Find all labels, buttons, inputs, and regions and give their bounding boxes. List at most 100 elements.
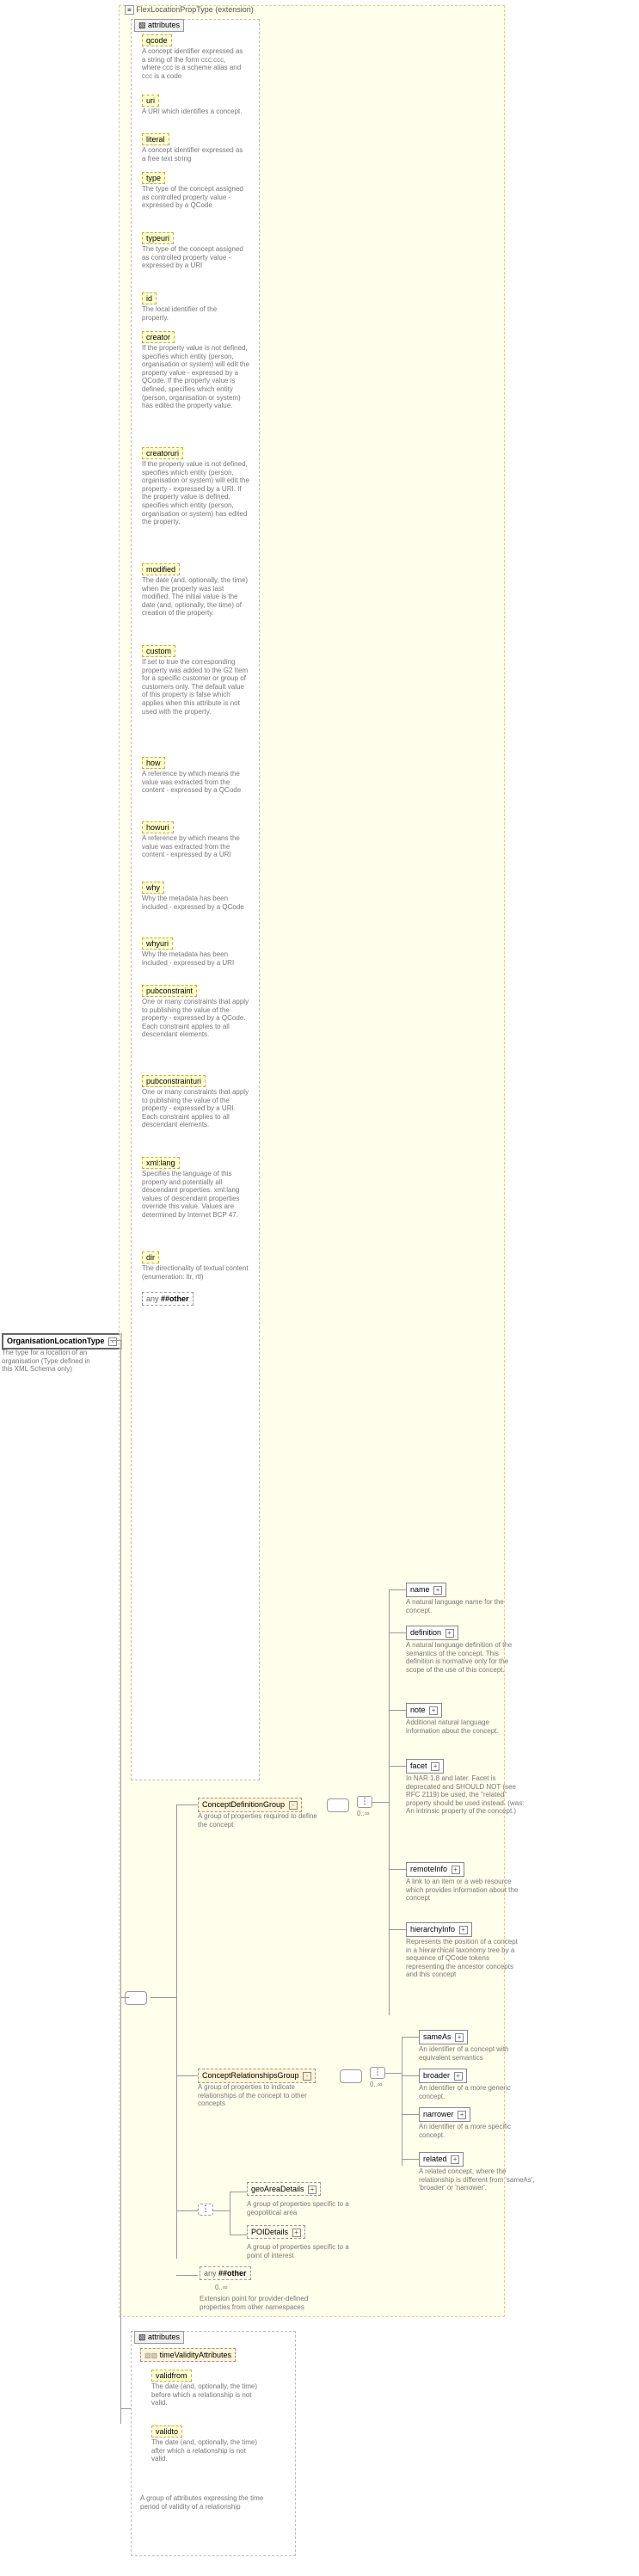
attr-label: uri xyxy=(146,96,155,105)
attr-literal[interactable]: literal xyxy=(142,133,169,145)
connector-line xyxy=(151,1997,176,1998)
cdg-facet[interactable]: facet + xyxy=(406,1759,444,1774)
attr-desc: A URI which identifies a concept. xyxy=(142,108,245,116)
expand-icon[interactable]: + xyxy=(308,2186,316,2194)
connector-line xyxy=(402,2037,419,2038)
attr-desc: The local identifier of the property. xyxy=(142,305,245,322)
crg-label: ConceptRelationshipsGroup xyxy=(202,2071,299,2080)
cdg-remoteinfo[interactable]: remoteInfo + xyxy=(406,1862,464,1877)
attr-qcode[interactable]: qcode xyxy=(142,34,172,46)
crg-node[interactable]: ConceptRelationshipsGroup - xyxy=(198,2069,316,2083)
expand-icon[interactable]: - xyxy=(108,1337,117,1346)
item-label: POIDetails xyxy=(251,2228,288,2236)
attr-custom[interactable]: custom xyxy=(142,645,175,657)
attr-xmllang[interactable]: xml:lang xyxy=(142,1157,180,1169)
attr-modified[interactable]: modified xyxy=(142,563,180,575)
sequence-icon xyxy=(125,1991,147,2005)
group-label: timeValidityAttributes xyxy=(160,2351,231,2359)
any-node[interactable]: any ##other xyxy=(200,2269,251,2278)
attr-desc: One or many constraints that apply to pu… xyxy=(142,998,249,1039)
expand-icon[interactable]: + xyxy=(459,1926,468,1934)
item-desc: An identifier of a more specific concept… xyxy=(419,2123,531,2139)
connector-line xyxy=(389,1589,406,1590)
attr-whyuri[interactable]: whyuri xyxy=(142,938,173,950)
cdg-definition[interactable]: definition + xyxy=(406,1626,458,1640)
attr-label: literal xyxy=(146,135,165,144)
attr-type[interactable]: type xyxy=(142,172,165,184)
crg-related[interactable]: related + xyxy=(419,2152,464,2167)
expand-icon[interactable]: + xyxy=(431,1762,439,1771)
cdg-node[interactable]: ConceptDefinitionGroup - xyxy=(198,1798,302,1812)
connector-line xyxy=(402,2159,419,2160)
attr-dir[interactable]: dir xyxy=(142,1251,159,1263)
any-label: any xyxy=(146,1294,159,1303)
attr-validfrom[interactable]: validfrom xyxy=(151,2370,192,2382)
attr-validto[interactable]: validto xyxy=(151,2425,182,2438)
attr-label: how xyxy=(146,759,161,767)
item-label: narrower xyxy=(423,2110,454,2118)
attr-typeuri[interactable]: typeuri xyxy=(142,232,174,244)
connector-line xyxy=(389,1710,406,1711)
connector-line xyxy=(120,1997,129,1998)
connector-line xyxy=(372,1802,389,1803)
connector-line xyxy=(212,2210,230,2211)
poidetails-node[interactable]: POIDetails + xyxy=(247,2228,305,2237)
expand-icon[interactable]: - xyxy=(289,1801,298,1810)
expand-icon[interactable]: + xyxy=(429,1706,438,1715)
geoareadetails-node[interactable]: geoAreaDetails + xyxy=(247,2185,321,2194)
attr-uri[interactable]: uri xyxy=(142,95,159,107)
expand-icon[interactable]: + xyxy=(292,2229,301,2237)
item-label: sameAs xyxy=(423,2032,452,2041)
attr-label: creator xyxy=(146,333,170,341)
item-desc: An identifier of a concept with equivale… xyxy=(419,2045,531,2062)
crg-broader[interactable]: broader + xyxy=(419,2069,467,2083)
attr-desc: Why the metadata has been included - exp… xyxy=(142,895,249,911)
attr-desc: The type of the concept assigned as cont… xyxy=(142,185,245,210)
cdg-note[interactable]: note + xyxy=(406,1703,442,1718)
connector-line xyxy=(176,2210,198,2211)
attr-creatoruri[interactable]: creatoruri xyxy=(142,447,183,459)
crg-sameas[interactable]: sameAs + xyxy=(419,2030,468,2044)
attr-id[interactable]: id xyxy=(142,292,157,304)
expand-icon[interactable]: + xyxy=(454,2072,463,2081)
item-desc: Represents the position of a concept in … xyxy=(406,1938,522,1979)
attr-desc: One or many constraints that apply to pu… xyxy=(142,1088,249,1129)
expand-icon[interactable]: + xyxy=(458,2111,466,2119)
attr-desc: A concept identifier expressed as a stri… xyxy=(142,47,245,80)
item-label: definition xyxy=(410,1628,441,1637)
attr-creator[interactable]: creator xyxy=(142,331,175,343)
attr-how[interactable]: how xyxy=(142,757,165,769)
connector-line xyxy=(176,1804,198,1805)
any-desc: Extension point for provider-defined pro… xyxy=(200,2295,311,2311)
expand-icon[interactable]: - xyxy=(303,2072,311,2081)
connector-line xyxy=(120,2408,131,2409)
cdg-hierarchyinfo[interactable]: hierarchyInfo + xyxy=(406,1922,472,1937)
attr-any[interactable]: any ##other xyxy=(142,1294,194,1303)
attr-pubconstrainturi[interactable]: pubconstrainturi xyxy=(142,1075,206,1087)
attr-pubconstraint[interactable]: pubconstraint xyxy=(142,985,197,997)
connector-line xyxy=(120,1997,121,2408)
attr-howuri[interactable]: howuri xyxy=(142,821,174,833)
item-desc: An identifier of a more generic concept. xyxy=(419,2084,531,2100)
any-other: ##other xyxy=(161,1294,189,1303)
expand-icon[interactable]: + xyxy=(455,2033,464,2042)
item-label: note xyxy=(410,1706,426,1714)
attributes-header-text: attributes xyxy=(148,21,180,29)
attr-desc: If the property value is not defined, sp… xyxy=(142,344,249,410)
timevalidity-group[interactable]: ▧▧ timeValidityAttributes xyxy=(140,2348,236,2362)
extension-label: FlexLocationPropType (extension) xyxy=(136,5,254,14)
expand-icon[interactable]: + xyxy=(445,1629,454,1638)
crg-narrower[interactable]: narrower + xyxy=(419,2107,470,2122)
crg-desc: A group of properties to indicate relati… xyxy=(198,2083,318,2108)
attr-desc: Specifies the language of this property … xyxy=(142,1170,249,1220)
connector-line xyxy=(389,1589,390,2015)
expand-icon[interactable]: + xyxy=(451,2155,459,2164)
expand-icon[interactable]: + xyxy=(452,1866,460,1874)
cdg-name[interactable]: name + xyxy=(406,1583,446,1597)
cdg-label: ConceptDefinitionGroup xyxy=(202,1800,285,1809)
attr-label: id xyxy=(146,294,152,303)
attr-why[interactable]: why xyxy=(142,882,164,894)
item-desc: In NAR 1.8 and later. Facet is deprecate… xyxy=(406,1774,526,1816)
expand-icon[interactable]: + xyxy=(433,1586,442,1595)
attr-label: creatoruri xyxy=(146,449,179,458)
